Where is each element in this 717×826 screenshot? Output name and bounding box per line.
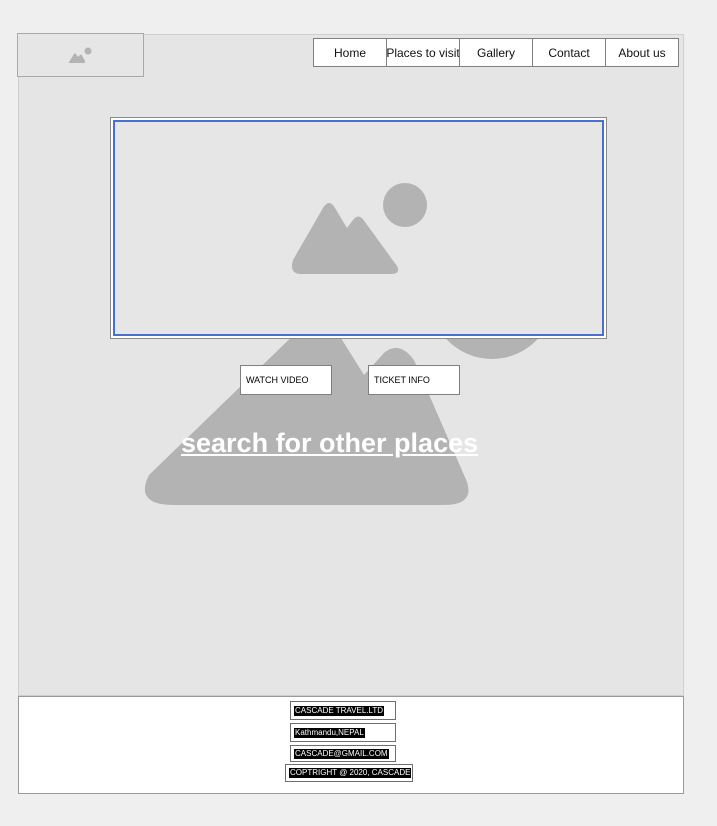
image-placeholder-icon bbox=[291, 183, 427, 274]
nav-contact[interactable]: Contact bbox=[532, 38, 606, 67]
footer-company: CASCADE TRAVEL.LTD bbox=[290, 701, 396, 720]
nav-places-to-visit[interactable]: Places to visit bbox=[386, 38, 460, 67]
hero-image-frame bbox=[110, 117, 607, 339]
ticket-info-button[interactable]: TICKET INFO bbox=[368, 365, 460, 395]
main-navigation: Home Places to visit Gallery Contact Abo… bbox=[313, 38, 679, 67]
nav-home[interactable]: Home bbox=[313, 38, 387, 67]
footer-email[interactable]: CASCADE@GMAIL.COM bbox=[290, 745, 396, 762]
footer-copyright-text: COPTRIGHT @ 2020, CASCADE bbox=[289, 768, 412, 778]
footer-email-text: CASCADE@GMAIL.COM bbox=[294, 748, 389, 759]
image-placeholder-icon bbox=[68, 47, 91, 63]
nav-gallery[interactable]: Gallery bbox=[459, 38, 533, 67]
footer-location-text: Kathmandu,NEPAL bbox=[294, 727, 365, 738]
watch-video-button[interactable]: WATCH VIDEO bbox=[240, 365, 332, 395]
search-other-places-link[interactable]: search for other places bbox=[181, 428, 478, 459]
footer-location: Kathmandu,NEPAL bbox=[290, 723, 396, 742]
footer-copyright: COPTRIGHT @ 2020, CASCADE bbox=[285, 764, 413, 782]
footer: CASCADE TRAVEL.LTD Kathmandu,NEPAL CASCA… bbox=[18, 696, 684, 794]
logo[interactable] bbox=[17, 33, 144, 77]
nav-about-us[interactable]: About us bbox=[605, 38, 679, 67]
footer-company-text: CASCADE TRAVEL.LTD bbox=[294, 705, 385, 716]
hero-image[interactable] bbox=[113, 120, 604, 336]
